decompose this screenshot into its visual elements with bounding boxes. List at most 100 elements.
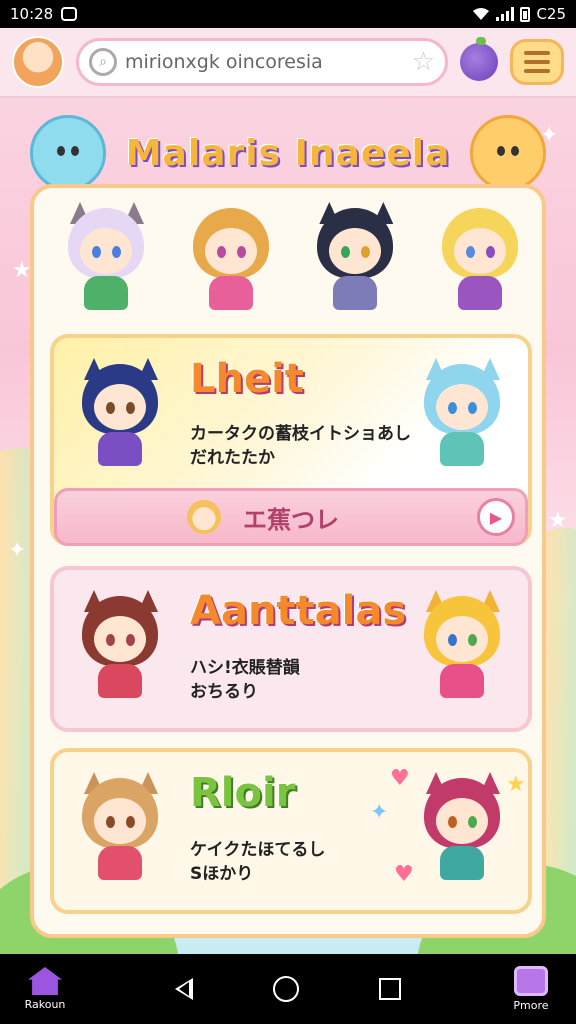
character-avatar[interactable] [183,202,279,314]
body [98,664,142,698]
battery-text: C25 [536,5,566,23]
body [440,432,484,466]
character-avatar [72,358,168,470]
character-card[interactable]: Rloir ケイクたほてるし Sほかり ♥ ✦ ♥ ★ [50,748,532,914]
eye [126,634,135,646]
menu-line [524,69,550,73]
character-avatar [72,590,168,702]
star-decoration: ★ [12,258,32,283]
face [94,616,146,662]
character-avatar [414,590,510,702]
eye [468,402,477,414]
recent-apps-icon[interactable] [379,978,401,1000]
status-time: 10:28 [10,5,54,23]
search-bar[interactable]: ⌕ ☆ [76,38,448,86]
notification-icon [61,7,78,21]
body [98,846,142,880]
face [329,228,382,274]
favorite-star-icon[interactable]: ☆ [412,47,435,77]
card-text-line: カータクの蓄枝イトショあし [190,424,411,444]
body [208,276,253,310]
user-avatar[interactable] [12,36,64,88]
character-row [58,202,528,322]
nav-home-label: Rakoun [24,998,66,1011]
card-text-line: ケイクたほてるし [190,840,326,860]
character-avatar [414,772,510,884]
grape-icon[interactable] [460,37,498,81]
blue-cat-mascot-icon [30,115,106,191]
search-input[interactable] [125,51,404,73]
character-card[interactable]: Aanttalas ハシ!衣賬替韻 おちるり [50,566,532,732]
menu-button[interactable] [510,39,564,85]
eye [448,816,457,828]
card-text-line: Sほかり [190,864,254,884]
nav-more-button[interactable]: Pmore [496,966,566,1012]
face [94,798,146,844]
face [436,798,488,844]
top-bar: ⌕ ☆ [0,28,576,98]
character-avatar[interactable] [58,202,154,314]
nav-home-button[interactable]: Rakoun [10,967,80,1011]
body [457,276,502,310]
card-title: Aanttalas [190,588,407,634]
nav-more-label: Pmore [513,999,549,1012]
play-icon[interactable]: ▶ [477,498,515,536]
eye [106,402,115,414]
eye [236,246,246,258]
eye [106,816,115,828]
sparkle-icon: ✦ [370,800,389,825]
eye [465,246,475,258]
heart-icon: ♥ [390,766,410,791]
face [436,616,488,662]
eye [468,634,477,646]
heart-icon: ♥ [394,862,414,887]
eye [485,246,495,258]
eye [468,816,477,828]
home-circle-icon[interactable] [273,976,299,1002]
eye [106,634,115,646]
battery-icon [520,6,531,22]
body [440,664,484,698]
character-avatar[interactable] [307,202,403,314]
card-action-button[interactable]: エ蕉つレ ▶ [54,488,528,546]
face [436,384,488,430]
face [453,228,506,274]
body [98,432,142,466]
system-navigation [175,976,401,1002]
body [440,846,484,880]
bottom-navigation-bar: Rakoun Pmore [0,954,576,1024]
character-card[interactable]: Lheit カータクの蓄枝イトショあし だれたたか エ蕉つレ ▶ [50,334,532,546]
card-text-line: おちるり [190,682,258,702]
menu-line [524,51,550,55]
character-avatar[interactable] [432,202,528,314]
yellow-bear-mascot-icon [470,115,546,191]
body [333,276,378,310]
signal-icon [496,7,515,21]
status-bar: 10:28 C25 [0,0,576,28]
character-avatar [414,358,510,470]
eye [448,402,457,414]
character-avatar [72,772,168,884]
search-icon[interactable]: ⌕ [89,48,117,76]
app-title: Malaris Inaeela [125,132,451,174]
character-panel: Lheit カータクの蓄枝イトショあし だれたたか エ蕉つレ ▶ Aanttal… [30,184,546,938]
wifi-icon [472,7,490,21]
more-icon [514,966,548,996]
eye [448,634,457,646]
eye [126,402,135,414]
card-title: Rloir [190,770,296,816]
star-decoration: ★ [548,508,568,533]
app-screen: ★ ✦ ★ ✦ ⌕ ☆ Malaris Inaeela [0,28,576,954]
mini-avatar-icon [187,500,221,534]
card-text-line: だれたたか [190,448,275,468]
menu-line [524,60,550,64]
home-icon [28,967,62,995]
action-button-label: エ蕉つレ [243,505,339,534]
star-decoration: ✦ [8,538,27,563]
body [84,276,128,310]
face [80,228,132,274]
face [94,384,146,430]
card-text-line: ハシ!衣賬替韻 [190,658,300,678]
eye [92,246,101,258]
back-icon[interactable] [175,978,193,1000]
